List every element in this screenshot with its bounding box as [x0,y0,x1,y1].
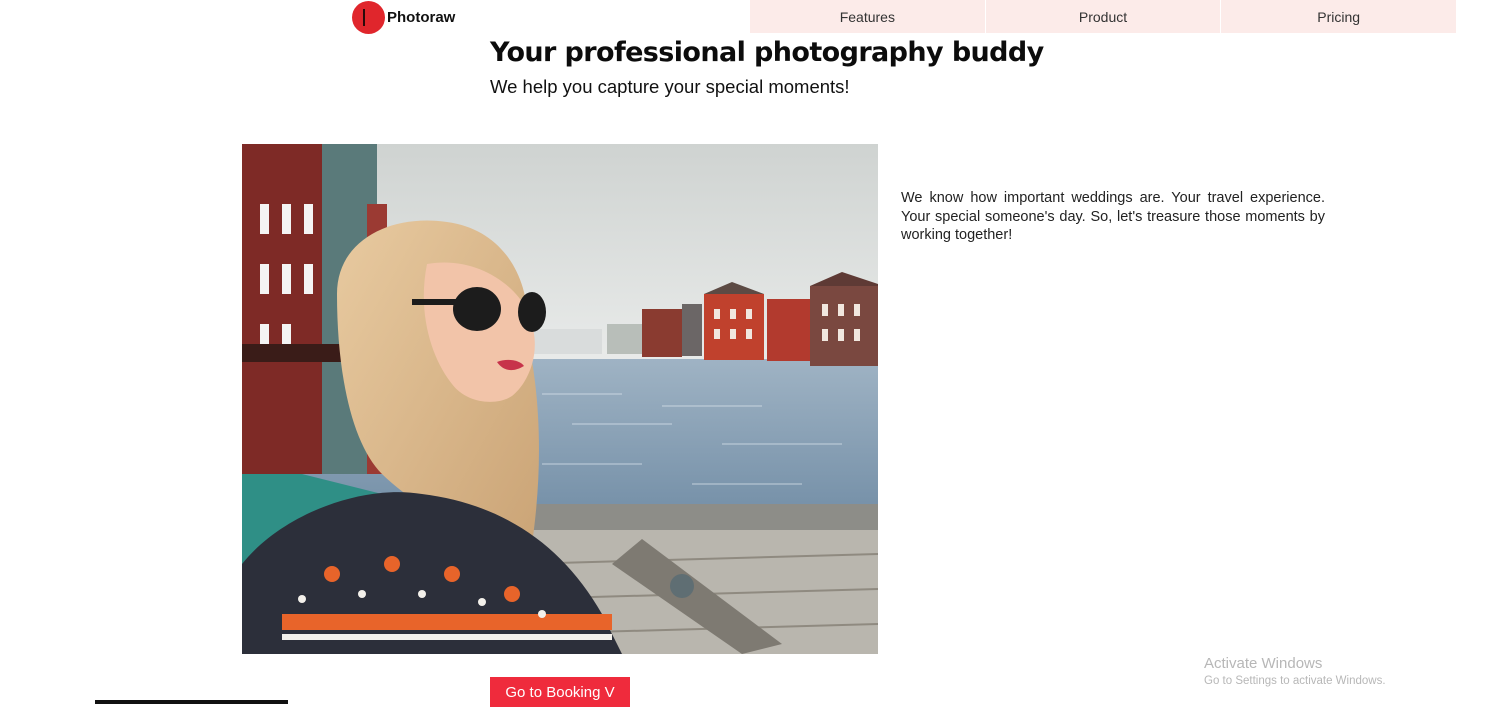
bottom-scroll-bar [95,700,288,704]
top-nav: Features Product Pricing [750,0,1456,33]
hero-subtitle: We help you capture your special moments… [490,76,850,97]
nav-item-pricing[interactable]: Pricing [1221,0,1456,33]
activate-windows-watermark: Activate Windows Go to Settings to activ… [1204,655,1386,687]
logo-icon [352,1,385,34]
description-text: We know how important weddings are. Your… [901,190,1325,243]
hero-title: Your professional photography buddy [490,37,1044,68]
go-to-booking-button[interactable]: Go to Booking V [490,677,630,707]
brand-logo[interactable]: Photoraw [352,1,455,34]
watermark-title: Activate Windows [1204,655,1323,672]
nav-item-product[interactable]: Product [986,0,1222,33]
brand-name: Photoraw [387,9,456,26]
hero-photo [242,144,878,654]
watermark-subtitle: Go to Settings to activate Windows. [1204,675,1386,687]
nav-item-features[interactable]: Features [750,0,986,33]
